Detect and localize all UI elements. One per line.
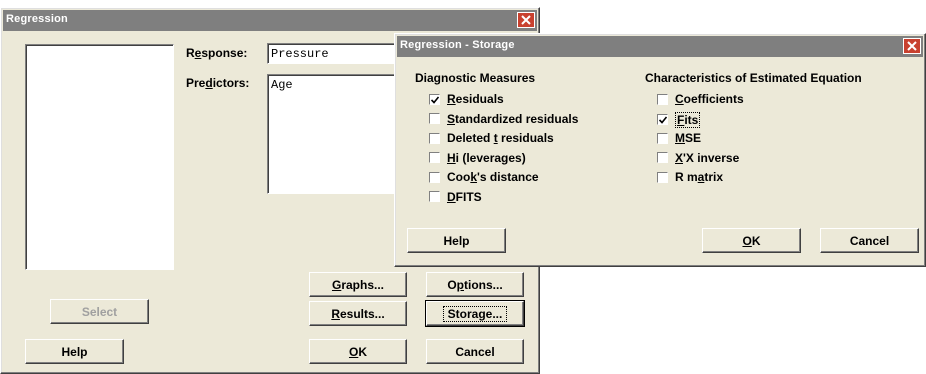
characteristic-checkbox-label: Coefficients <box>675 92 744 106</box>
storage-cancel-button[interactable]: Cancel <box>820 228 919 253</box>
variables-listbox[interactable] <box>25 44 174 270</box>
storage-close-button[interactable] <box>903 38 921 54</box>
diagnostic-checkbox-row[interactable]: Cook's distance <box>429 170 539 184</box>
select-button[interactable]: Select <box>50 299 149 324</box>
diagnostic-checkbox[interactable] <box>429 132 440 144</box>
characteristic-checkbox-label: Fits <box>675 111 701 128</box>
results-button[interactable]: Results... <box>309 301 407 326</box>
response-value: Pressure <box>271 47 329 61</box>
graphs-button[interactable]: Graphs... <box>309 272 407 297</box>
diagnostic-checkbox[interactable] <box>429 152 440 163</box>
characteristic-checkbox[interactable] <box>657 93 668 105</box>
characteristic-checkbox[interactable] <box>657 152 668 163</box>
characteristic-checkbox[interactable] <box>657 171 668 183</box>
diagnostic-checkbox-row[interactable]: Residuals <box>429 92 504 106</box>
diagnostic-checkbox-label: Hi (leverages) <box>447 150 526 165</box>
options-button[interactable]: Options... <box>426 272 524 297</box>
response-field[interactable]: Pressure <box>267 43 397 64</box>
characteristic-checkbox-label: R matrix <box>675 170 724 184</box>
characteristic-checkbox-row[interactable]: Coefficients <box>657 92 744 106</box>
storage-dialog: Regression - Storage Diagnostic Measures… <box>394 33 926 267</box>
characteristic-checkbox-row[interactable]: Fits <box>657 111 701 128</box>
diagnostic-checkbox-label: Residuals <box>447 92 504 106</box>
diagnostic-checkbox-label: Cook's distance <box>447 170 539 184</box>
diagnostic-checkbox-row[interactable]: DFITS <box>429 190 482 204</box>
diagnostic-checkbox-label: DFITS <box>447 189 482 204</box>
diagnostic-checkbox[interactable] <box>429 191 440 202</box>
checkmark-icon <box>431 95 439 104</box>
close-icon <box>907 41 917 51</box>
characteristic-checkbox-row[interactable]: R matrix <box>657 170 723 184</box>
storage-ok-button[interactable]: OK <box>702 228 801 253</box>
close-icon <box>521 15 531 25</box>
regression-title: Regression <box>6 13 68 25</box>
regression-close-button[interactable] <box>517 12 535 28</box>
storage-button[interactable]: Storage... <box>425 300 525 327</box>
diagnostic-checkbox[interactable] <box>429 113 440 124</box>
help-button[interactable]: Help <box>25 339 124 364</box>
ok-button[interactable]: OK <box>309 339 407 364</box>
characteristic-checkbox-label: MSE <box>675 131 702 145</box>
response-label: Response: <box>186 46 248 60</box>
predictors-value: Age <box>271 78 293 92</box>
diagnostic-checkbox-label: Deleted t residuals <box>447 131 554 145</box>
diagnostic-checkbox-row[interactable]: Deleted t residuals <box>429 131 554 145</box>
characteristic-checkbox-row[interactable]: X'X inverse <box>657 151 739 165</box>
storage-title: Regression - Storage <box>400 39 515 51</box>
characteristics-heading: Characteristics of Estimated Equation <box>645 71 862 85</box>
checkmark-icon <box>659 116 667 124</box>
diagnostic-checkbox-row[interactable]: Standardized residuals <box>429 112 578 126</box>
characteristic-checkbox[interactable] <box>657 132 668 144</box>
diagnostic-checkbox-row[interactable]: Hi (leverages) <box>429 151 526 165</box>
characteristic-checkbox[interactable] <box>657 114 668 125</box>
diagnostic-heading: Diagnostic Measures <box>415 71 536 85</box>
cancel-button[interactable]: Cancel <box>426 339 524 364</box>
storage-help-button[interactable]: Help <box>407 228 506 253</box>
diagnostic-checkbox-label: Standardized residuals <box>447 111 579 126</box>
predictors-field[interactable]: Age <box>267 74 397 194</box>
predictors-label: Predictors: <box>186 76 250 90</box>
characteristic-checkbox-label: X'X inverse <box>675 150 740 165</box>
diagnostic-checkbox[interactable] <box>429 93 440 105</box>
characteristic-checkbox-row[interactable]: MSE <box>657 131 701 145</box>
diagnostic-checkbox[interactable] <box>429 171 440 183</box>
regression-titlebar[interactable]: Regression <box>3 10 537 31</box>
storage-titlebar[interactable]: Regression - Storage <box>397 36 923 57</box>
